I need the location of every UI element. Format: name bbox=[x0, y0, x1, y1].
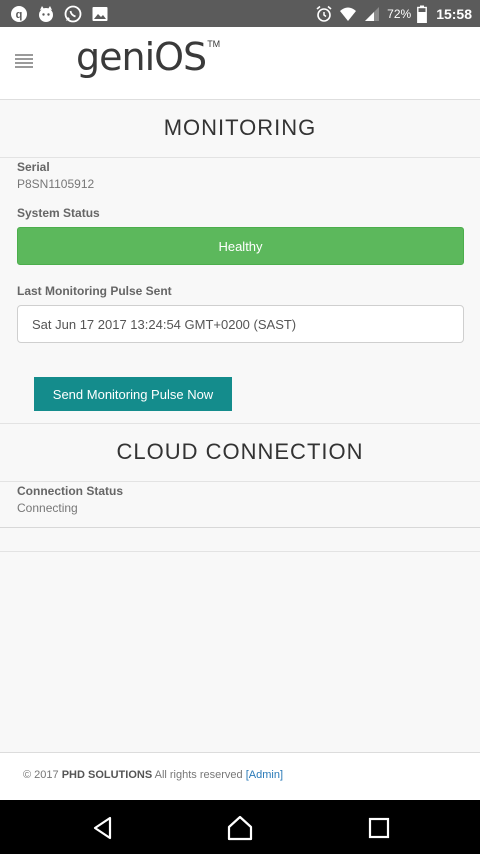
footer-copyright: © 2017 bbox=[23, 769, 59, 781]
battery-percent: 72% bbox=[387, 6, 412, 21]
hamburger-menu-icon[interactable] bbox=[15, 54, 37, 72]
divider bbox=[0, 551, 480, 552]
divider bbox=[0, 527, 480, 528]
footer-text: © 2017 PHD SOLUTIONS All rights reserved… bbox=[23, 769, 283, 781]
recents-icon[interactable] bbox=[366, 815, 392, 841]
footer-company: PHD SOLUTIONS bbox=[61, 769, 153, 781]
signal-icon bbox=[365, 6, 380, 21]
last-pulse-value: Sat Jun 17 2017 13:24:54 GMT+0200 (SAST) bbox=[32, 316, 297, 332]
logo-trademark: TM bbox=[207, 39, 221, 49]
logo-text: geniOS bbox=[76, 35, 207, 79]
admin-link[interactable]: [Admin] bbox=[246, 769, 283, 781]
svg-text:q: q bbox=[16, 9, 23, 21]
divider bbox=[0, 423, 480, 424]
system-icons: 72% 15:58 bbox=[315, 3, 472, 24]
divider bbox=[0, 481, 480, 482]
system-status-label: System Status bbox=[17, 206, 100, 220]
cloud-connection-title: CLOUD CONNECTION bbox=[116, 439, 364, 464]
clock: 15:58 bbox=[436, 5, 472, 22]
monitoring-title: MONITORING bbox=[163, 115, 317, 140]
system-status-badge: Healthy bbox=[17, 227, 464, 265]
wifi-icon bbox=[340, 7, 357, 21]
android-status-bar: q 72% 15:58 bbox=[0, 0, 480, 27]
alarm-icon bbox=[316, 5, 332, 22]
send-monitoring-pulse-label: Send Monitoring Pulse Now bbox=[52, 386, 214, 402]
app-q-icon: q bbox=[11, 6, 27, 22]
app-header: geniOS TM bbox=[0, 27, 480, 100]
footer-rights: All rights reserved bbox=[154, 769, 243, 781]
back-icon[interactable] bbox=[90, 815, 116, 841]
divider bbox=[0, 157, 480, 158]
notification-icons: q bbox=[10, 4, 109, 24]
system-status-value: Healthy bbox=[218, 238, 263, 254]
android-nav-bar bbox=[0, 800, 480, 854]
serial-label: Serial bbox=[17, 160, 50, 174]
genios-logo: geniOS TM bbox=[76, 33, 220, 83]
last-pulse-label: Last Monitoring Pulse Sent bbox=[17, 284, 172, 298]
home-icon[interactable] bbox=[227, 815, 253, 841]
page-footer: © 2017 PHD SOLUTIONS All rights reserved… bbox=[0, 752, 480, 800]
connection-status-label: Connection Status bbox=[17, 484, 124, 498]
image-icon bbox=[92, 7, 108, 21]
battery-icon bbox=[417, 5, 428, 23]
send-monitoring-pulse-button[interactable]: Send Monitoring Pulse Now bbox=[34, 377, 232, 411]
serial-value: P8SN1105912 bbox=[17, 177, 95, 191]
app-cat-icon bbox=[39, 6, 53, 22]
last-pulse-field[interactable]: Sat Jun 17 2017 13:24:54 GMT+0200 (SAST) bbox=[17, 305, 464, 343]
whatsapp-icon bbox=[64, 5, 82, 23]
connection-status-value: Connecting bbox=[17, 501, 78, 515]
